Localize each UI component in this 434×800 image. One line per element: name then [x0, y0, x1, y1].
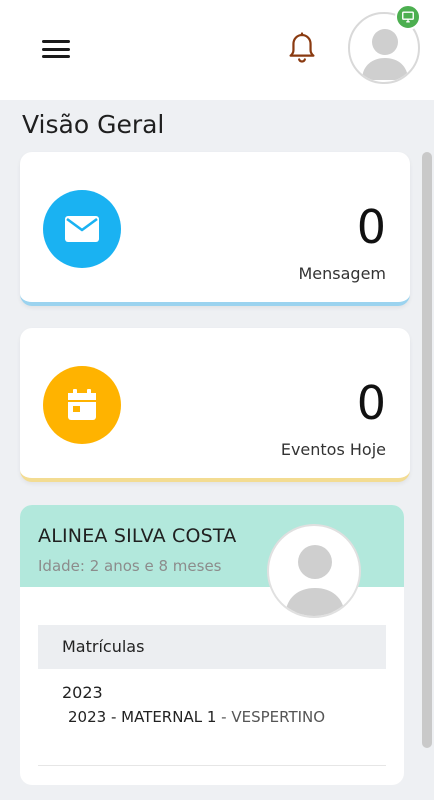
hamburger-menu-icon[interactable]: [42, 38, 70, 60]
page-title: Visão Geral: [22, 110, 165, 139]
calendar-icon: [43, 366, 121, 444]
scrollbar[interactable]: [422, 152, 432, 748]
events-label: Eventos Hoje: [280, 440, 386, 459]
enrollment-shift: - VESPERTINO: [216, 708, 326, 726]
messages-count: 0: [356, 200, 386, 254]
divider: [38, 765, 386, 766]
bell-icon[interactable]: [283, 30, 321, 68]
monitor-icon[interactable]: [395, 4, 421, 30]
messages-label: Mensagem: [298, 264, 386, 283]
user-silhouette-icon: [285, 545, 345, 616]
events-count: 0: [356, 376, 386, 430]
enrollment-class[interactable]: 2023 - MATERNAL 1 - VESPERTINO: [68, 708, 325, 726]
envelope-icon: [43, 190, 121, 268]
top-bar: [0, 0, 434, 100]
student-avatar[interactable]: [267, 524, 361, 618]
enrollments-header: Matrículas: [38, 625, 386, 669]
events-card[interactable]: 0 Eventos Hoje: [20, 328, 410, 482]
enrollment-year: 2023: [62, 683, 103, 702]
messages-card[interactable]: 0 Mensagem: [20, 152, 410, 306]
student-card[interactable]: ALINEA SILVA COSTA Idade: 2 anos e 8 mes…: [20, 505, 404, 785]
enrollment-class-name: 2023 - MATERNAL 1: [68, 708, 217, 726]
